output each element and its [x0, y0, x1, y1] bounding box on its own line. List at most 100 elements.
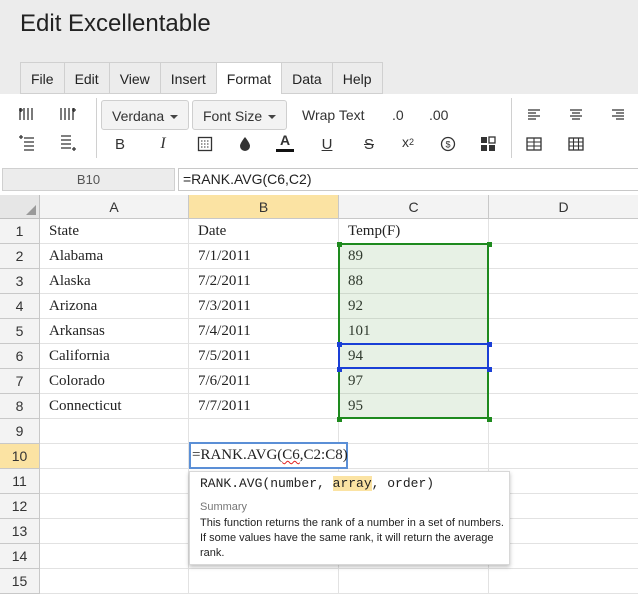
border-style-icon[interactable]	[194, 133, 216, 155]
cell-d15[interactable]	[489, 569, 638, 594]
row-header-8[interactable]: 8	[0, 394, 40, 419]
align-center-icon[interactable]	[565, 103, 587, 125]
row-header-5[interactable]: 5	[0, 319, 40, 344]
cell-a3[interactable]: Alaska	[40, 269, 189, 294]
cell-b6[interactable]: 7/5/2011	[189, 344, 339, 369]
cell-a7[interactable]: Colorado	[40, 369, 189, 394]
row-header-14[interactable]: 14	[0, 544, 40, 569]
cell-d7[interactable]	[489, 369, 638, 394]
wrap-text-button[interactable]: Wrap Text	[302, 100, 365, 130]
cell-reference-box[interactable]: B10	[2, 168, 175, 191]
cell-c8[interactable]: 95	[339, 394, 489, 419]
superscript-icon[interactable]: x2	[397, 131, 419, 153]
column-header-d[interactable]: D	[489, 195, 638, 219]
insert-column-right-icon[interactable]	[57, 103, 79, 125]
cell-d6[interactable]	[489, 344, 638, 369]
row-header-12[interactable]: 12	[0, 494, 40, 519]
cell-c5[interactable]: 101	[339, 319, 489, 344]
cell-c15[interactable]	[339, 569, 489, 594]
cell-d10[interactable]	[489, 444, 638, 469]
decrease-decimals-button[interactable]: .0	[392, 100, 404, 130]
cell-b15[interactable]	[189, 569, 339, 594]
row-header-9[interactable]: 9	[0, 419, 40, 444]
table-grid-icon[interactable]	[565, 133, 587, 155]
font-size-select[interactable]: Font Size	[192, 100, 288, 130]
row-header-1[interactable]: 1	[0, 219, 40, 244]
row-header-4[interactable]: 4	[0, 294, 40, 319]
row-header-3[interactable]: 3	[0, 269, 40, 294]
cell-d11[interactable]	[489, 469, 638, 494]
cell-a4[interactable]: Arizona	[40, 294, 189, 319]
menu-insert[interactable]: Insert	[159, 62, 216, 94]
conditional-format-icon[interactable]	[477, 133, 499, 155]
cell-c3[interactable]: 88	[339, 269, 489, 294]
strikethrough-icon[interactable]: S	[358, 133, 380, 155]
row-header-13[interactable]: 13	[0, 519, 40, 544]
cell-c1[interactable]: Temp(F)	[339, 219, 489, 244]
bold-icon[interactable]: B	[109, 133, 131, 155]
underline-icon[interactable]: U	[316, 133, 338, 155]
insert-column-left-icon[interactable]	[16, 103, 38, 125]
select-all-corner[interactable]	[0, 195, 40, 219]
cell-d12[interactable]	[489, 494, 638, 519]
cell-b3[interactable]: 7/2/2011	[189, 269, 339, 294]
cell-a2[interactable]: Alabama	[40, 244, 189, 269]
menu-format[interactable]: Format	[215, 62, 282, 94]
cell-a6[interactable]: California	[40, 344, 189, 369]
menu-edit[interactable]: Edit	[63, 62, 109, 94]
cell-d5[interactable]	[489, 319, 638, 344]
column-header-a[interactable]: A	[40, 195, 189, 219]
menu-help[interactable]: Help	[331, 62, 383, 94]
cell-b9[interactable]	[189, 419, 339, 444]
align-left-icon[interactable]	[523, 103, 545, 125]
row-header-11[interactable]: 11	[0, 469, 40, 494]
cell-a1[interactable]: State	[40, 219, 189, 244]
insert-row-above-icon[interactable]	[16, 132, 38, 154]
insert-row-below-icon[interactable]	[57, 132, 79, 154]
menu-file[interactable]: File	[20, 62, 64, 94]
menu-view[interactable]: View	[108, 62, 160, 94]
cell-d14[interactable]	[489, 544, 638, 569]
row-header-2[interactable]: 2	[0, 244, 40, 269]
cell-a14[interactable]	[40, 544, 189, 569]
cell-a13[interactable]	[40, 519, 189, 544]
cell-d1[interactable]	[489, 219, 638, 244]
row-header-7[interactable]: 7	[0, 369, 40, 394]
italic-icon[interactable]: I	[152, 133, 174, 155]
cell-b5[interactable]: 7/4/2011	[189, 319, 339, 344]
cell-d4[interactable]	[489, 294, 638, 319]
fill-color-icon[interactable]	[234, 133, 256, 155]
currency-icon[interactable]: $	[437, 133, 459, 155]
text-color-icon[interactable]: A	[274, 131, 296, 153]
cell-b7[interactable]: 7/6/2011	[189, 369, 339, 394]
font-family-select[interactable]: Verdana	[101, 100, 190, 130]
align-right-icon[interactable]	[607, 103, 629, 125]
cell-c6[interactable]: 94	[339, 344, 489, 369]
menu-data[interactable]: Data	[281, 62, 332, 94]
cell-d9[interactable]	[489, 419, 638, 444]
cell-a8[interactable]: Connecticut	[40, 394, 189, 419]
cell-a9[interactable]	[40, 419, 189, 444]
cell-d3[interactable]	[489, 269, 638, 294]
increase-decimals-button[interactable]: .00	[429, 100, 448, 130]
merge-cells-icon[interactable]	[523, 133, 545, 155]
cell-d13[interactable]	[489, 519, 638, 544]
cell-a10[interactable]	[40, 444, 189, 469]
cell-c10[interactable]	[339, 444, 489, 469]
cell-a15[interactable]	[40, 569, 189, 594]
cell-c7[interactable]: 97	[339, 369, 489, 394]
column-header-b[interactable]: B	[189, 195, 339, 219]
column-header-c[interactable]: C	[339, 195, 489, 219]
row-header-10[interactable]: 10	[0, 444, 40, 469]
formula-input[interactable]: =RANK.AVG(C6,C2)	[178, 168, 638, 191]
cell-c2[interactable]: 89	[339, 244, 489, 269]
cell-d8[interactable]	[489, 394, 638, 419]
cell-editor-b10[interactable]: =RANK.AVG(C6,C2:C8)	[189, 442, 348, 469]
cell-d2[interactable]	[489, 244, 638, 269]
cell-b2[interactable]: 7/1/2011	[189, 244, 339, 269]
cell-a5[interactable]: Arkansas	[40, 319, 189, 344]
cell-b4[interactable]: 7/3/2011	[189, 294, 339, 319]
cell-a12[interactable]	[40, 494, 189, 519]
cell-a11[interactable]	[40, 469, 189, 494]
row-header-15[interactable]: 15	[0, 569, 40, 594]
